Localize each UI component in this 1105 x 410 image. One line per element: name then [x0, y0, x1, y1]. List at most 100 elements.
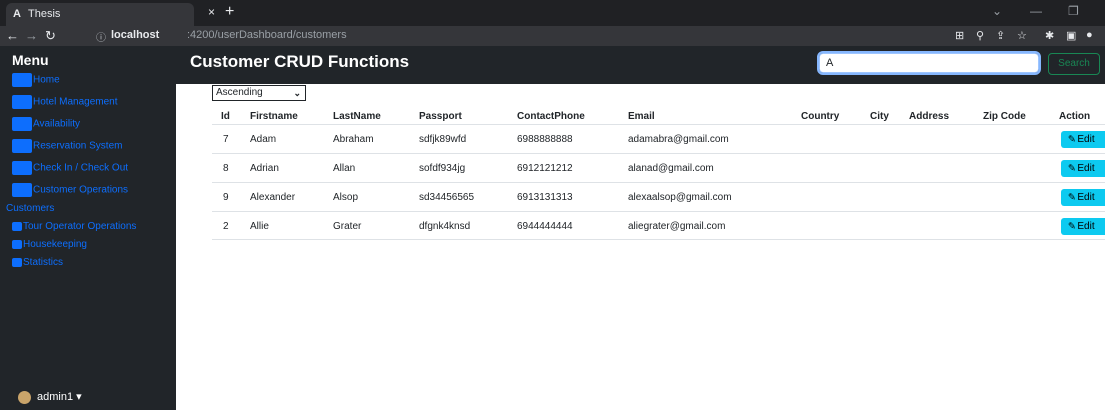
sort-order-select[interactable]: Ascending ⌄	[212, 85, 306, 101]
profile-icon[interactable]: ●	[1086, 29, 1093, 41]
sidebar-item-label: Customer Operations	[33, 184, 129, 196]
site-info-icon[interactable]: ⓘ	[96, 29, 106, 44]
avatar	[18, 390, 31, 404]
column-header: Zip Code	[983, 111, 1026, 122]
cell-lastname: Alsop	[333, 192, 359, 203]
restore-icon[interactable]: ❐	[1068, 4, 1079, 18]
column-header: Country	[801, 111, 840, 122]
sidebar-title: Menu	[12, 52, 49, 68]
cell-phone: 6913131313	[517, 192, 573, 203]
sidebar-item-reservation-system[interactable]: Reservation System	[12, 139, 122, 155]
cell-id: 9	[223, 192, 229, 203]
edit-button[interactable]: ✏Edit	[1061, 189, 1105, 206]
cell-firstname: Adam	[250, 134, 277, 145]
bookmark-star-icon[interactable]: ☆	[1017, 29, 1027, 42]
translate-icon[interactable]: ⊞	[955, 29, 964, 42]
plane-icon	[12, 222, 22, 231]
column-header: LastName	[333, 111, 381, 122]
edit-button[interactable]: ✏Edit	[1061, 218, 1105, 235]
cell-id: 8	[223, 163, 229, 174]
broom-icon	[12, 240, 22, 249]
column-header: Passport	[419, 111, 462, 122]
extensions-icon[interactable]: ✱	[1045, 29, 1054, 42]
sidebar-item-label: Hotel Management	[33, 96, 118, 108]
sidebar-item-customers[interactable]: Customers	[6, 203, 54, 219]
chevron-down-icon: ⌄	[293, 88, 301, 98]
back-icon[interactable]: ←	[6, 28, 19, 43]
sidebar-item-hotel-management[interactable]: Hotel Management	[12, 95, 118, 111]
table-row: 2 Allie Grater dfgnk4knsd 6944444444 ali…	[212, 211, 1105, 240]
column-header: Address	[909, 111, 950, 122]
search-input[interactable]	[817, 51, 1041, 75]
cell-id: 7	[223, 134, 229, 145]
sidebar-item-label: Availability	[33, 118, 81, 130]
tab-title: Thesis	[28, 8, 61, 20]
column-header: ContactPhone	[517, 111, 585, 122]
sidebar-item-label: Housekeeping	[23, 239, 87, 250]
tab-favicon-icon: A	[13, 8, 21, 20]
sidebar-item-customer-operations[interactable]: Customer Operations	[12, 183, 128, 199]
cell-lastname: Allan	[333, 163, 356, 174]
users-icon	[12, 183, 32, 197]
calendar-icon	[12, 139, 32, 153]
sidebar-item-check-in-out[interactable]: Check In / Check Out	[12, 161, 128, 177]
page-header: Customer CRUD Functions Search	[176, 46, 1105, 84]
sidebar-item-statistics[interactable]: Statistics	[12, 257, 63, 273]
cell-passport: sofdf934jg	[419, 163, 466, 174]
column-header: City	[870, 111, 889, 122]
cell-email: aliegrater@gmail.com	[628, 221, 726, 232]
url-field[interactable]: ⓘ localhost :4200/userDashboard/customer…	[96, 28, 931, 44]
cell-phone: 6988888888	[517, 134, 573, 145]
user-menu[interactable]: admin1 ▾	[18, 390, 82, 404]
table-row: 7 Adam Abraham sdfjk89wfd 6988888888 ada…	[212, 124, 1105, 153]
sidebar-item-availability[interactable]: Availability	[12, 117, 80, 133]
sidebar-item-home[interactable]: Home	[12, 73, 60, 89]
reload-icon[interactable]: ↻	[45, 28, 56, 44]
column-header: Id	[221, 111, 230, 122]
cell-firstname: Adrian	[250, 163, 279, 174]
cell-passport: sdfjk89wfd	[419, 134, 467, 145]
column-header: Action	[1059, 111, 1091, 122]
side-panel-icon[interactable]: ▣	[1066, 29, 1076, 42]
table-row: 9 Alexander Alsop sd34456565 6913131313 …	[212, 182, 1105, 211]
user-name: admin1 ▾	[37, 391, 82, 403]
cell-phone: 6944444444	[517, 221, 573, 232]
sidebar-item-label: Home	[33, 74, 60, 86]
cell-email: adamabra@gmail.com	[628, 134, 729, 145]
share-icon[interactable]: ⇪	[996, 29, 1005, 42]
forward-icon[interactable]: →	[25, 28, 38, 43]
column-header: Email	[628, 111, 655, 122]
edit-button[interactable]: ✏Edit	[1061, 160, 1105, 177]
sort-selected-value: Ascending	[216, 87, 263, 98]
tab-close-icon[interactable]: ×	[208, 5, 215, 19]
new-tab-icon[interactable]: +	[225, 3, 234, 21]
zoom-icon[interactable]: ⚲	[976, 29, 984, 42]
sidebar-item-tour-operator[interactable]: Tour Operator Operations	[12, 221, 136, 237]
cell-passport: dfgnk4knsd	[419, 221, 471, 232]
table-row: 8 Adrian Allan sofdf934jg 6912121212 ala…	[212, 153, 1105, 182]
sidebar-item-housekeeping[interactable]: Housekeeping	[12, 239, 87, 255]
url-path: :4200/userDashboard/customers	[187, 29, 347, 41]
cell-email: alexaalsop@gmail.com	[628, 192, 732, 203]
browser-tab[interactable]: A Thesis	[6, 3, 194, 26]
cell-phone: 6912121212	[517, 163, 573, 174]
minimize-icon[interactable]: —	[1030, 4, 1042, 18]
hotel-icon	[12, 95, 32, 109]
sidebar-item-label: Reservation System	[33, 140, 123, 152]
tab-search-chevron-icon[interactable]: ⌄	[992, 4, 1002, 18]
cell-lastname: Grater	[333, 221, 362, 232]
sidebar-item-label: Tour Operator Operations	[23, 221, 137, 232]
url-host: localhost	[111, 29, 160, 41]
browser-tab-strip: A Thesis × + ⌄ — ❐	[0, 0, 1105, 26]
cell-passport: sd34456565	[419, 192, 475, 203]
sidebar-item-label: Statistics	[23, 257, 64, 268]
calendar-grid-icon	[12, 117, 32, 131]
cell-firstname: Alexander	[250, 192, 296, 203]
home-icon	[12, 73, 32, 87]
building-clock-icon	[12, 161, 32, 175]
sidebar: Menu Home Hotel Management Availability …	[0, 46, 176, 410]
cell-email: alanad@gmail.com	[628, 163, 714, 174]
cell-lastname: Abraham	[333, 134, 374, 145]
edit-button[interactable]: ✏Edit	[1061, 131, 1105, 148]
search-button[interactable]: Search	[1048, 53, 1100, 75]
